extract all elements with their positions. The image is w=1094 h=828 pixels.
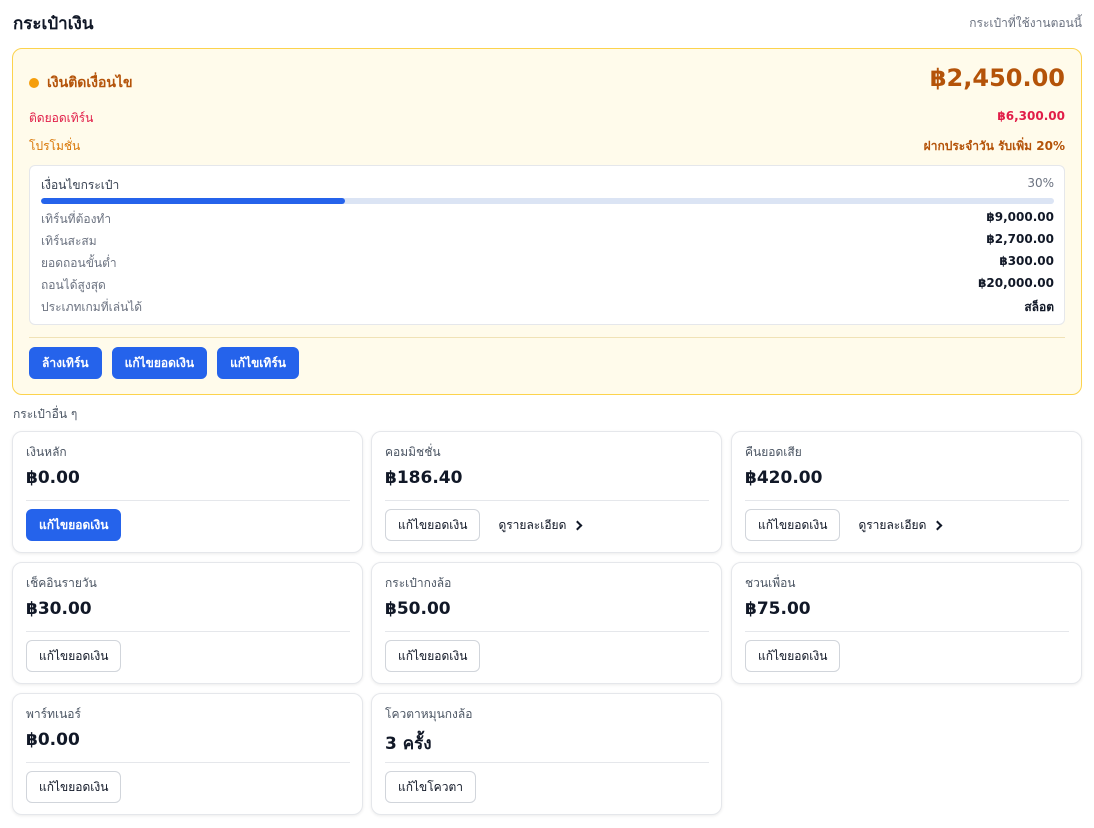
edit-balance-button[interactable]: แก้ไขยอดเงิน <box>385 509 481 541</box>
wallet-actions: แก้ไขยอดเงิน <box>26 640 122 672</box>
conditions-progress-label: 30% <box>1027 176 1054 190</box>
edit-balance-button[interactable]: แก้ไขยอดเงิน <box>745 509 841 541</box>
wallet-conditions: เงื่อนไขกระเป๋า 30% เทิร์นที่ต้องทำ ฿9,0… <box>29 165 1065 325</box>
turnover-label: ติดยอดเทิร์น <box>29 111 94 125</box>
condition-label: เทิร์นสะสม <box>41 234 97 248</box>
wallet-name: กระเป๋ากงล้อ <box>385 576 452 590</box>
condition-value: ฿20,000.00 <box>978 276 1054 290</box>
divider <box>385 500 709 501</box>
wallet-actions: แก้ไขยอดเงิน <box>26 771 122 803</box>
wallet-actions: แก้ไขยอดเงิน <box>26 509 122 541</box>
divider <box>385 762 709 763</box>
wallet-actions: แก้ไขยอดเงิน ดูรายละเอียด <box>385 509 591 541</box>
wallet-actions: แก้ไขโควตา <box>385 771 476 803</box>
view-details-label: ดูรายละเอียด <box>858 517 927 532</box>
wallet-card-wheel-quota: โควตาหมุนกงล้อ 3 ครั้ง แก้ไขโควตา <box>371 693 722 815</box>
divider <box>26 762 350 763</box>
wallet-actions: แก้ไขยอดเงิน <box>385 640 481 672</box>
wallet-status: เงินติดเงื่อนไข <box>29 72 133 94</box>
wallet-name: เงินหลัก <box>26 445 67 459</box>
wallet-name: เช็คอินรายวัน <box>26 576 97 590</box>
condition-value: สล็อต <box>1024 300 1054 314</box>
condition-label: ประเภทเกมที่เล่นได้ <box>41 300 143 314</box>
divider <box>26 500 350 501</box>
edit-turnover-button[interactable]: แก้ไขเทิร์น <box>217 347 299 379</box>
edit-balance-button[interactable]: แก้ไขยอดเงิน <box>26 771 122 803</box>
condition-value: ฿9,000.00 <box>986 210 1054 224</box>
wallet-amount: ฿0.00 <box>26 468 80 488</box>
condition-row: ยอดถอนขั้นต่ำ ฿300.00 <box>41 254 1054 270</box>
wallet-amount: ฿50.00 <box>385 599 451 619</box>
active-wallet-note: กระเป๋าที่ใช้งานตอนนี้ <box>969 16 1082 30</box>
wallet-name: โควตาหมุนกงล้อ <box>385 707 473 721</box>
promotion-value: ฝากประจำวัน รับเพิ่ม 20% <box>923 139 1065 153</box>
wallet-name: คืนยอดเสีย <box>745 445 802 459</box>
page-title: กระเป๋าเงิน <box>13 14 94 34</box>
divider <box>745 500 1069 501</box>
clear-turnover-button[interactable]: ล้างเทิร์น <box>29 347 102 379</box>
wallet-actions: แก้ไขยอดเงิน ดูรายละเอียด <box>745 509 951 541</box>
page-header: กระเป๋าเงิน กระเป๋าที่ใช้งานตอนนี้ <box>13 10 1082 34</box>
view-details-link[interactable]: ดูรายละเอียด <box>848 509 951 541</box>
edit-balance-button[interactable]: แก้ไขยอดเงิน <box>745 640 841 672</box>
divider <box>385 631 709 632</box>
active-wallet-card: เงินติดเงื่อนไข ฿2,450.00 ติดยอดเทิร์น ฿… <box>12 48 1082 395</box>
wallet-card-main: เงินหลัก ฿0.00 แก้ไขยอดเงิน <box>12 431 363 553</box>
wallet-amount: ฿186.40 <box>385 468 463 488</box>
status-dot-icon <box>29 78 39 88</box>
divider <box>745 631 1069 632</box>
active-wallet-amount: ฿2,450.00 <box>929 64 1065 92</box>
condition-row: ถอนได้สูงสุด ฿20,000.00 <box>41 276 1054 292</box>
wallet-card-cashback: คืนยอดเสีย ฿420.00 แก้ไขยอดเงิน ดูรายละเ… <box>731 431 1082 553</box>
turnover-progress-bar <box>41 198 1054 204</box>
chevron-right-icon <box>932 520 943 530</box>
condition-row: เทิร์นที่ต้องทำ ฿9,000.00 <box>41 210 1054 226</box>
wallet-amount: ฿75.00 <box>745 599 811 619</box>
wallet-name: คอมมิชชั่น <box>385 445 441 459</box>
wallet-name: ชวนเพื่อน <box>745 576 796 590</box>
condition-label: ถอนได้สูงสุด <box>41 278 106 292</box>
wallet-amount: ฿30.00 <box>26 599 92 619</box>
condition-row: ประเภทเกมที่เล่นได้ สล็อต <box>41 298 1054 314</box>
wallet-status-label: เงินติดเงื่อนไข <box>47 75 133 91</box>
condition-value: ฿300.00 <box>999 254 1054 268</box>
view-details-label: ดูรายละเอียด <box>498 517 567 532</box>
wallet-actions: แก้ไขยอดเงิน <box>745 640 841 672</box>
edit-balance-button[interactable]: แก้ไขยอดเงิน <box>26 509 122 541</box>
wallet-name: พาร์ทเนอร์ <box>26 707 81 721</box>
condition-value: ฿2,700.00 <box>986 232 1054 246</box>
wallet-card-daily-checkin: เช็คอินรายวัน ฿30.00 แก้ไขยอดเงิน <box>12 562 363 684</box>
wallet-amount: ฿420.00 <box>745 468 823 488</box>
edit-balance-button[interactable]: แก้ไขยอดเงิน <box>385 640 481 672</box>
other-wallets-title: กระเป๋าอื่น ๆ <box>13 407 78 421</box>
wallet-card-wheel: กระเป๋ากงล้อ ฿50.00 แก้ไขยอดเงิน <box>371 562 722 684</box>
wallet-amount: ฿0.00 <box>26 730 80 750</box>
wallet-card-referral: ชวนเพื่อน ฿75.00 แก้ไขยอดเงิน <box>731 562 1082 684</box>
chevron-right-icon <box>572 520 583 530</box>
edit-balance-button[interactable]: แก้ไขยอดเงิน <box>26 640 122 672</box>
divider <box>29 337 1065 338</box>
active-wallet-actions: ล้างเทิร์น แก้ไขยอดเงิน แก้ไขเทิร์น <box>29 347 299 379</box>
wallet-card-commission: คอมมิชชั่น ฿186.40 แก้ไขยอดเงิน ดูรายละเ… <box>371 431 722 553</box>
edit-balance-button[interactable]: แก้ไขยอดเงิน <box>111 347 208 379</box>
condition-row: เทิร์นสะสม ฿2,700.00 <box>41 232 1054 248</box>
promotion-label: โปรโมชั่น <box>29 139 81 153</box>
view-details-link[interactable]: ดูรายละเอียด <box>488 509 591 541</box>
turnover-value: ฿6,300.00 <box>997 109 1065 123</box>
edit-quota-button[interactable]: แก้ไขโควตา <box>385 771 476 803</box>
turnover-progress-fill <box>41 198 345 204</box>
divider <box>26 631 350 632</box>
condition-label: ยอดถอนขั้นต่ำ <box>41 256 117 270</box>
conditions-title: เงื่อนไขกระเป๋า <box>41 178 120 192</box>
wallet-amount: 3 ครั้ง <box>385 734 432 754</box>
wallet-card-partner: พาร์ทเนอร์ ฿0.00 แก้ไขยอดเงิน <box>12 693 363 815</box>
condition-label: เทิร์นที่ต้องทำ <box>41 212 112 226</box>
